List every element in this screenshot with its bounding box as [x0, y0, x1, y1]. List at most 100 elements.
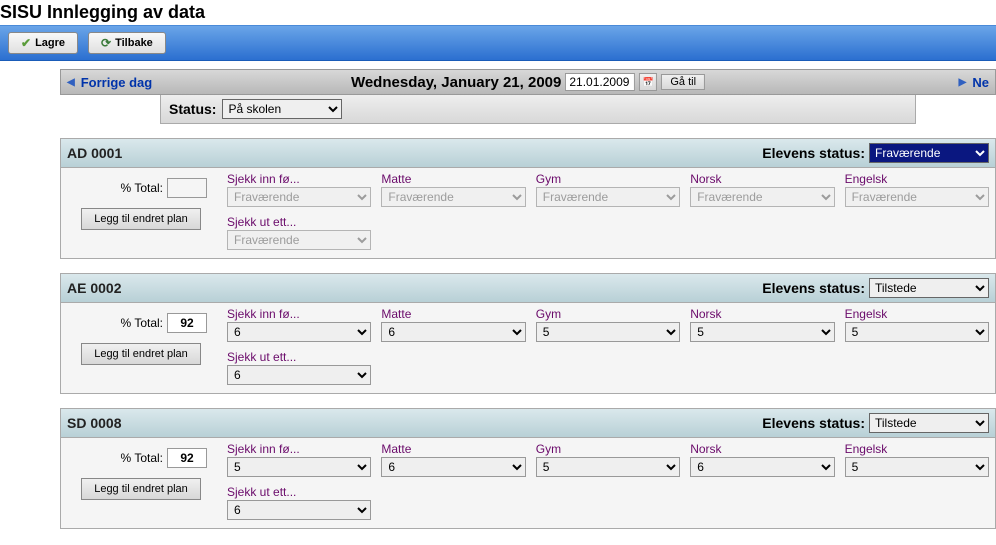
subject-label: Matte — [381, 172, 525, 186]
total-row: % Total: — [67, 178, 227, 198]
page-title: SISU Innlegging av data — [0, 0, 996, 25]
total-row: % Total: — [67, 313, 227, 333]
grade-cell-checkout: Sjekk ut ett...6 — [227, 485, 371, 520]
student-status-label: Elevens status: — [762, 415, 865, 431]
grade-grid: Sjekk inn fø...5Matte6Gym5Norsk6Engelsk5… — [227, 442, 989, 520]
grade-select-engelsk[interactable]: 5 — [845, 322, 989, 342]
grade-select-checkin: Fraværende — [227, 187, 371, 207]
grade-cell-checkout: Sjekk ut ett...6 — [227, 350, 371, 385]
grade-select-gym: Fraværende — [536, 187, 680, 207]
student-status-wrap: Elevens status:Fraværende — [762, 143, 989, 163]
subject-label: Gym — [536, 307, 680, 321]
grade-select-norsk[interactable]: 6 — [690, 457, 834, 477]
total-input[interactable] — [167, 448, 207, 468]
next-day-link[interactable]: ▶ Ne — [959, 75, 989, 90]
student-left-column: % Total: Legg til endret plan — [67, 442, 227, 520]
student-status-wrap: Elevens status:Tilstede — [762, 413, 989, 433]
subject-label: Engelsk — [845, 442, 989, 456]
grade-cell-norsk: Norsk6 — [690, 442, 834, 477]
grade-select-engelsk: Fraværende — [845, 187, 989, 207]
goto-button[interactable]: Gå til — [661, 74, 705, 90]
grade-cell-checkin: Sjekk inn fø...Fraværende — [227, 172, 371, 207]
triangle-right-icon: ▶ — [959, 77, 967, 88]
grade-select-norsk[interactable]: 5 — [690, 322, 834, 342]
previous-day-link[interactable]: ◀ Forrige dag — [67, 75, 152, 90]
student-body: % Total:Legg til endret planSjekk inn fø… — [61, 438, 995, 528]
total-input[interactable] — [167, 313, 207, 333]
subject-label: Matte — [381, 442, 525, 456]
student-body: % Total:Legg til endret planSjekk inn fø… — [61, 303, 995, 393]
grade-cell-gym: GymFraværende — [536, 172, 680, 207]
total-row: % Total: — [67, 448, 227, 468]
status-label: Status: — [169, 101, 216, 117]
grade-cell-matte: Matte6 — [381, 307, 525, 342]
subject-label: Sjekk ut ett... — [227, 485, 371, 499]
calendar-icon: 📅 — [643, 77, 654, 88]
change-plan-button[interactable]: Legg til endret plan — [81, 208, 201, 230]
total-label: % Total: — [121, 316, 163, 330]
grade-cell-gym: Gym5 — [536, 442, 680, 477]
grade-cell-norsk: Norsk5 — [690, 307, 834, 342]
total-label: % Total: — [121, 451, 163, 465]
subject-label: Sjekk ut ett... — [227, 350, 371, 364]
refresh-icon: ⟳ — [101, 36, 111, 50]
grade-cell-matte: MatteFraværende — [381, 172, 525, 207]
student-status-select[interactable]: Fraværende — [869, 143, 989, 163]
change-plan-button[interactable]: Legg til endret plan — [81, 343, 201, 365]
grade-cell-gym: Gym5 — [536, 307, 680, 342]
subject-label: Norsk — [690, 442, 834, 456]
grade-grid: Sjekk inn fø...6Matte6Gym5Norsk5Engelsk5… — [227, 307, 989, 385]
grade-select-matte[interactable]: 6 — [381, 457, 525, 477]
student-id: AD 0001 — [67, 145, 122, 161]
grade-cell-engelsk: Engelsk5 — [845, 442, 989, 477]
student-header: AE 0002Elevens status:Tilstede — [61, 274, 995, 303]
student-header: AD 0001 Elevens status:Fraværende — [61, 139, 995, 168]
subject-label: Sjekk inn fø... — [227, 172, 371, 186]
grade-select-checkin[interactable]: 6 — [227, 322, 371, 342]
student-body: % Total: Legg til endret plan Sjekk inn fø… — [61, 168, 995, 258]
grade-select-matte[interactable]: 6 — [381, 322, 525, 342]
change-plan-button[interactable]: Legg til endret plan — [81, 478, 201, 500]
check-icon: ✔ — [21, 36, 31, 50]
student-status-label: Elevens status: — [762, 280, 865, 296]
grade-select-matte: Fraværende — [381, 187, 525, 207]
back-button-label: Tilbake — [115, 37, 153, 49]
save-button-label: Lagre — [35, 37, 65, 49]
save-button[interactable]: ✔ Lagre — [8, 32, 78, 54]
student-status-wrap: Elevens status:Tilstede — [762, 278, 989, 298]
grade-select-norsk: Fraværende — [690, 187, 834, 207]
subject-label: Engelsk — [845, 172, 989, 186]
subject-label: Gym — [536, 172, 680, 186]
date-navigation-bar: ◀ Forrige dag Wednesday, January 21, 200… — [60, 69, 996, 95]
calendar-button[interactable]: 📅 — [639, 73, 657, 91]
toolbar: ✔ Lagre ⟳ Tilbake — [0, 25, 996, 61]
grade-select-checkout: Fraværende — [227, 230, 371, 250]
date-input[interactable] — [565, 73, 635, 91]
student-left-column: % Total: Legg til endret plan — [67, 172, 227, 250]
student-status-select[interactable]: Tilstede — [869, 278, 989, 298]
grade-grid: Sjekk inn fø...FraværendeMatteFraværende… — [227, 172, 989, 250]
grade-select-gym[interactable]: 5 — [536, 457, 680, 477]
subject-label: Sjekk ut ett... — [227, 215, 371, 229]
next-day-label: Ne — [972, 75, 989, 90]
student-status-select[interactable]: Tilstede — [869, 413, 989, 433]
grade-cell-engelsk: Engelsk5 — [845, 307, 989, 342]
grade-select-engelsk[interactable]: 5 — [845, 457, 989, 477]
grade-select-checkout[interactable]: 6 — [227, 365, 371, 385]
grade-select-checkin[interactable]: 5 — [227, 457, 371, 477]
grade-cell-norsk: NorskFraværende — [690, 172, 834, 207]
student-id: SD 0008 — [67, 415, 121, 431]
status-select[interactable]: På skolen — [222, 99, 342, 119]
back-button[interactable]: ⟳ Tilbake — [88, 32, 166, 54]
student-status-label: Elevens status: — [762, 145, 865, 161]
grade-cell-engelsk: EngelskFraværende — [845, 172, 989, 207]
grade-cell-matte: Matte6 — [381, 442, 525, 477]
student-left-column: % Total: Legg til endret plan — [67, 307, 227, 385]
subject-label: Norsk — [690, 307, 834, 321]
total-input[interactable] — [167, 178, 207, 198]
grade-select-checkout[interactable]: 6 — [227, 500, 371, 520]
student-panel: AD 0001Elevens status:Fraværende% Total:… — [60, 138, 996, 259]
grade-select-gym[interactable]: 5 — [536, 322, 680, 342]
subject-label: Engelsk — [845, 307, 989, 321]
student-panel: SD 0008 Elevens status:Tilstede % Total: Le… — [60, 408, 996, 529]
